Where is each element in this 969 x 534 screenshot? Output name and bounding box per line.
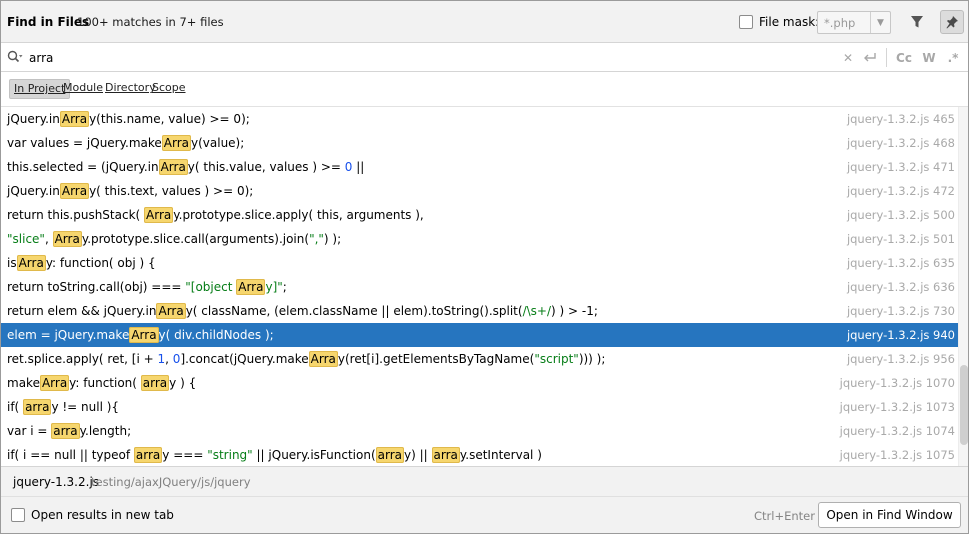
preview-path-bar: jquery-1.3.2.js testing/ajaxJQuery/js/jq… — [1, 466, 968, 496]
result-row[interactable]: var i = arra y.length; jquery-1.3.2.js 10… — [1, 419, 958, 443]
result-file: jquery-1.3.2.js 501 — [846, 232, 955, 246]
result-row[interactable]: ret.splice.apply( ret, [i + 1, 0].concat… — [1, 347, 958, 371]
result-row[interactable]: return elem && jQuery.in Arra y( className… — [1, 299, 958, 323]
result-code: return this.pushStack( Arra y.prototype.s… — [7, 207, 424, 223]
result-file: jquery-1.3.2.js 1073 — [839, 400, 955, 414]
search-input[interactable] — [29, 49, 809, 66]
result-file: jquery-1.3.2.js 1074 — [839, 424, 955, 438]
shortcut-hint: Ctrl+Enter — [754, 509, 815, 523]
result-code: "slice", Arra y.prototype.slice.call(argu… — [7, 231, 342, 247]
result-row-selected[interactable]: elem = jQuery.make Arra y( div.childNodes … — [1, 323, 958, 347]
result-file: jquery-1.3.2.js 471 — [846, 160, 955, 174]
match-count: 100+ matches in 7+ files — [77, 15, 224, 29]
result-file: jquery-1.3.2.js 472 — [846, 184, 955, 198]
search-bar: ✕ Cc W .* — [1, 43, 968, 72]
find-in-files-dialog: Find in Files 100+ matches in 7+ files F… — [0, 0, 969, 534]
result-code: elem = jQuery.make Arra y( div.childNodes … — [7, 327, 274, 343]
filter-icon[interactable] — [907, 12, 927, 32]
result-file: jquery-1.3.2.js 468 — [846, 136, 955, 150]
result-code: jQuery.in Arra y(this.name, value) >= 0); — [7, 111, 250, 127]
results-list: jQuery.in Arra y(this.name, value) >= 0); … — [1, 107, 958, 466]
result-row[interactable]: return this.pushStack( Arra y.prototype.s… — [1, 203, 958, 227]
result-row[interactable]: if( i == null || typeof arra y === "strin… — [1, 443, 958, 466]
result-row[interactable]: this.selected = (jQuery.in Arra y( this.va… — [1, 155, 958, 179]
result-file: jquery-1.3.2.js 1075 — [839, 448, 955, 462]
regex-toggle[interactable]: .* — [945, 49, 961, 66]
search-icon[interactable] — [7, 50, 23, 64]
result-code: if( arra y != null ){ — [7, 399, 120, 415]
result-row[interactable]: is Arra y: function( obj ) { jquery-1.3.2.… — [1, 251, 958, 275]
result-row[interactable]: jQuery.in Arra y( this.text, values ) >= 0… — [1, 179, 958, 203]
result-code: make Arra y: function( arra y ) { — [7, 375, 197, 391]
result-file: jquery-1.3.2.js 500 — [846, 208, 955, 222]
dialog-footer: Open results in new tab Ctrl+Enter Open … — [1, 496, 968, 533]
result-file: jquery-1.3.2.js 635 — [846, 256, 955, 270]
file-mask-value: *.php — [824, 16, 856, 30]
results-scrollbar[interactable] — [958, 107, 968, 466]
file-mask-label: File mask: — [759, 15, 820, 29]
tab-scope[interactable]: Scope — [148, 79, 190, 99]
preview-file-name: jquery-1.3.2.js — [13, 475, 100, 489]
result-row[interactable]: if( arra y != null ){ jquery-1.3.2.js 107… — [1, 395, 958, 419]
result-code: is Arra y: function( obj ) { — [7, 255, 156, 271]
new-line-icon[interactable] — [862, 49, 878, 66]
tab-module[interactable]: Module — [59, 79, 107, 99]
result-row[interactable]: jQuery.in Arra y(this.name, value) >= 0); … — [1, 107, 958, 131]
result-file: jquery-1.3.2.js 465 — [846, 112, 955, 126]
result-row[interactable]: "slice", Arra y.prototype.slice.call(argu… — [1, 227, 958, 251]
chevron-down-icon[interactable]: ▼ — [870, 12, 890, 33]
divider — [886, 48, 887, 67]
clear-icon[interactable]: ✕ — [841, 49, 855, 66]
result-code: var values = jQuery.make Arra y(value); — [7, 135, 245, 151]
scrollbar-thumb[interactable] — [960, 365, 968, 445]
result-code: return elem && jQuery.in Arra y( className… — [7, 303, 598, 319]
result-file: jquery-1.3.2.js 956 — [846, 352, 955, 366]
result-file: jquery-1.3.2.js 636 — [846, 280, 955, 294]
match-case-toggle[interactable]: Cc — [894, 49, 914, 66]
result-file: jquery-1.3.2.js 730 — [846, 304, 955, 318]
result-code: if( i == null || typeof arra y === "strin… — [7, 447, 542, 463]
whole-words-toggle[interactable]: W — [921, 49, 937, 66]
result-file: jquery-1.3.2.js 940 — [846, 328, 955, 342]
dialog-header: Find in Files 100+ matches in 7+ files F… — [1, 1, 968, 43]
file-mask-checkbox[interactable] — [739, 15, 753, 29]
result-file: jquery-1.3.2.js 1070 — [839, 376, 955, 390]
pin-icon[interactable] — [940, 10, 964, 34]
open-new-tab-checkbox[interactable] — [11, 508, 25, 522]
open-in-find-window-button[interactable]: Open in Find Window — [818, 502, 961, 528]
result-code: var i = arra y.length; — [7, 423, 132, 439]
result-code: ret.splice.apply( ret, [i + 1, 0].concat… — [7, 351, 606, 367]
result-code: this.selected = (jQuery.in Arra y( this.va… — [7, 159, 365, 175]
preview-file-path: testing/ajaxJQuery/js/jquery — [91, 475, 251, 489]
result-code: return toString.call(obj) === "[object A… — [7, 279, 287, 295]
result-row[interactable]: return toString.call(obj) === "[object A… — [1, 275, 958, 299]
scope-tabs: In Project Module Directory Scope — [1, 72, 968, 107]
file-mask-combobox[interactable]: *.php ▼ — [817, 11, 891, 34]
result-code: jQuery.in Arra y( this.text, values ) >= 0… — [7, 183, 254, 199]
result-row[interactable]: var values = jQuery.make Arra y(value); jq… — [1, 131, 958, 155]
open-new-tab-label: Open results in new tab — [31, 508, 174, 522]
result-row[interactable]: make Arra y: function( arra y ) { jquery-1.… — [1, 371, 958, 395]
